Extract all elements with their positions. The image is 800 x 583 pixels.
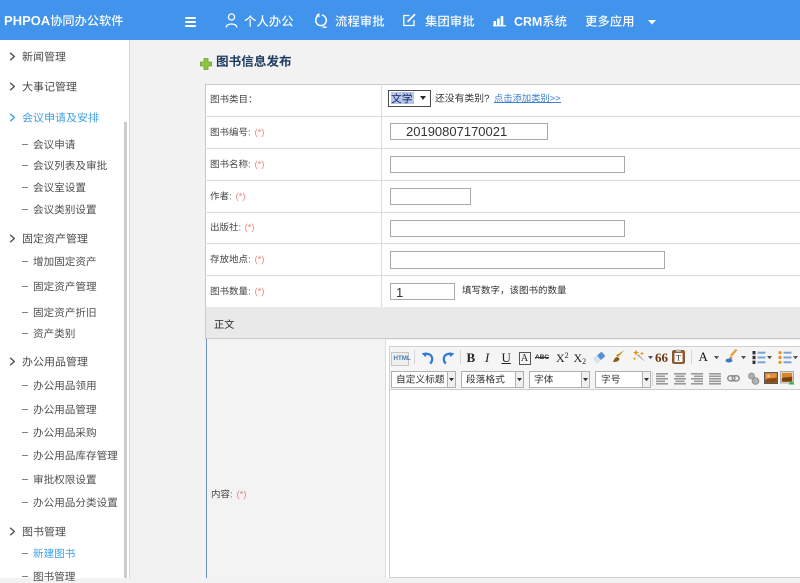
- svg-text:T: T: [676, 353, 682, 363]
